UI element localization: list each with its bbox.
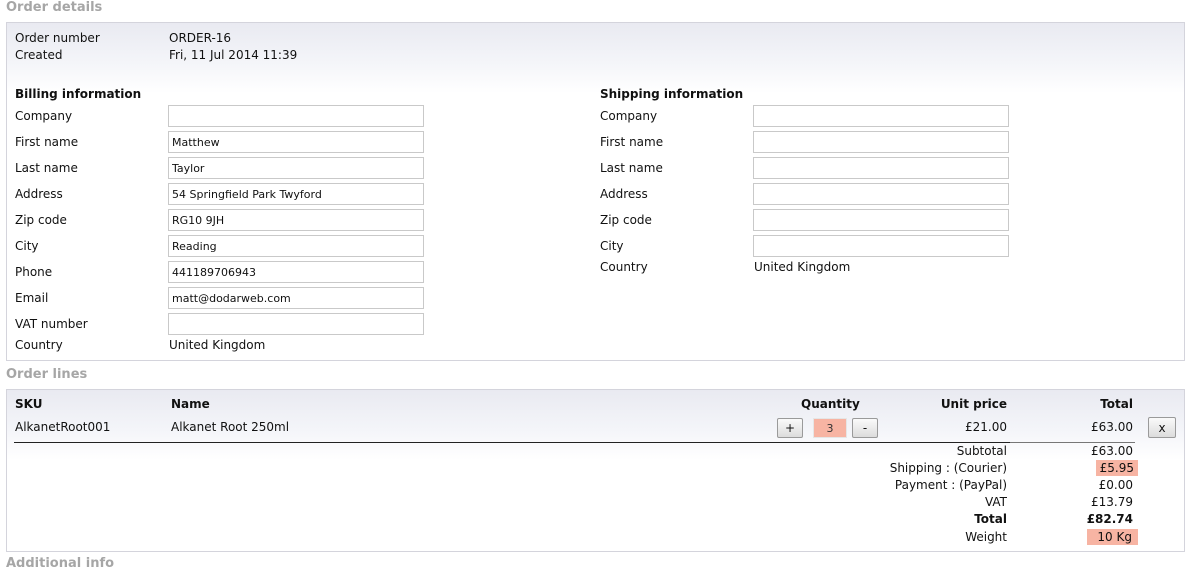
shipping-last-name-field[interactable] — [753, 157, 1009, 179]
billing-phone-label: Phone — [15, 265, 53, 279]
billing-first-name-field[interactable] — [168, 131, 424, 153]
created-label: Created — [15, 48, 63, 62]
order-details-title: Order details — [6, 0, 103, 15]
shipping-city-label: City — [600, 239, 624, 253]
shipping-country-label: Country — [600, 260, 648, 274]
shipping-cost-value: £5.95 — [1095, 460, 1138, 476]
header-unit-price: Unit price — [940, 397, 1007, 411]
shipping-cost-label: Shipping : (Courier) — [889, 461, 1007, 475]
billing-zip-field[interactable] — [168, 209, 424, 231]
billing-company-field[interactable] — [168, 105, 424, 127]
shipping-first-name-label: First name — [600, 135, 664, 149]
shipping-zip-label: Zip code — [600, 213, 652, 227]
order-number-label: Order number — [15, 31, 100, 45]
row-sku: AlkanetRoot001 — [15, 420, 111, 434]
subtotal-label: Subtotal — [956, 444, 1007, 458]
billing-last-name-label: Last name — [15, 161, 78, 175]
created-value: Fri, 11 Jul 2014 11:39 — [169, 48, 298, 62]
weight-label: Weight — [965, 530, 1007, 544]
shipping-address-label: Address — [600, 187, 648, 201]
order-lines-title: Order lines — [6, 367, 88, 382]
billing-email-label: Email — [15, 291, 49, 305]
shipping-address-field[interactable] — [753, 183, 1009, 205]
billing-last-name-field[interactable] — [168, 157, 424, 179]
grand-total-label: Total — [974, 512, 1007, 526]
billing-first-name-label: First name — [15, 135, 79, 149]
header-sku: SKU — [15, 397, 43, 411]
shipping-title: Shipping information — [600, 87, 744, 101]
billing-vat-label: VAT number — [15, 317, 88, 331]
quantity-increase-button[interactable]: + — [777, 418, 803, 438]
billing-country-value: United Kingdom — [169, 338, 266, 352]
shipping-company-field[interactable] — [753, 105, 1009, 127]
billing-address-field[interactable] — [168, 183, 424, 205]
shipping-company-label: Company — [600, 109, 658, 123]
weight-value: 10 Kg — [1087, 529, 1138, 545]
billing-phone-field[interactable] — [168, 261, 424, 283]
shipping-first-name-field[interactable] — [753, 131, 1009, 153]
shipping-country-value: United Kingdom — [754, 260, 851, 274]
billing-city-label: City — [15, 239, 39, 253]
billing-country-label: Country — [15, 338, 63, 352]
row-name: Alkanet Root 250ml — [171, 420, 290, 434]
vat-label: VAT — [984, 495, 1007, 509]
header-name: Name — [171, 397, 210, 411]
shipping-city-field[interactable] — [753, 235, 1009, 257]
billing-zip-label: Zip code — [15, 213, 67, 227]
billing-company-label: Company — [15, 109, 73, 123]
order-number-value: ORDER-16 — [169, 31, 232, 45]
payment-cost-label: Payment : (PayPal) — [894, 478, 1007, 492]
billing-city-field[interactable] — [168, 235, 424, 257]
total-divider — [1010, 442, 1135, 443]
shipping-last-name-label: Last name — [600, 161, 663, 175]
order-details-panel: Order number ORDER-16 Created Fri, 11 Ju… — [6, 22, 1185, 361]
subtotal-value: £63.00 — [1091, 444, 1133, 458]
row-total: £63.00 — [1091, 420, 1133, 434]
row-divider — [14, 442, 1010, 443]
billing-vat-field[interactable] — [168, 313, 424, 335]
shipping-zip-field[interactable] — [753, 209, 1009, 231]
quantity-decrease-button[interactable]: - — [852, 418, 878, 438]
billing-email-field[interactable] — [168, 287, 424, 309]
additional-info-title: Additional info — [6, 556, 115, 571]
vat-value: £13.79 — [1091, 495, 1133, 509]
billing-title: Billing information — [15, 87, 142, 101]
billing-address-label: Address — [15, 187, 63, 201]
row-unit-price: £21.00 — [965, 420, 1007, 434]
quantity-field[interactable] — [813, 418, 847, 438]
payment-cost-value: £0.00 — [1098, 478, 1133, 492]
remove-line-button[interactable]: x — [1148, 417, 1176, 438]
header-total: Total — [1100, 397, 1133, 411]
grand-total-value: £82.74 — [1086, 512, 1133, 526]
header-quantity: Quantity — [801, 397, 860, 411]
order-lines-panel: SKU Name Quantity Unit price Total Alkan… — [6, 389, 1185, 552]
